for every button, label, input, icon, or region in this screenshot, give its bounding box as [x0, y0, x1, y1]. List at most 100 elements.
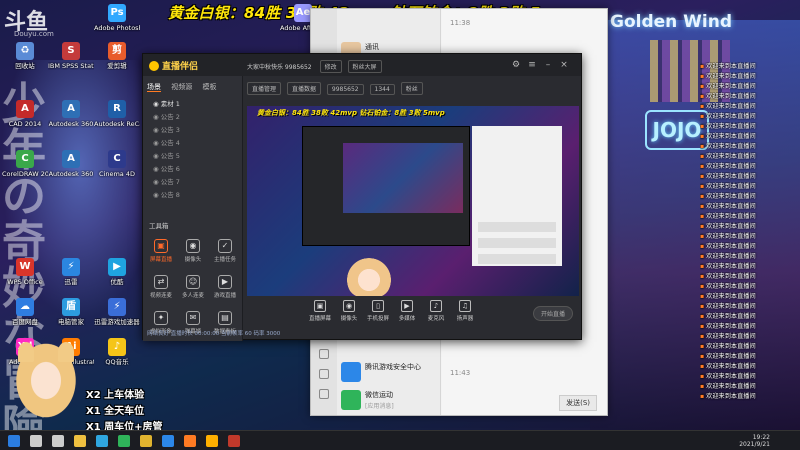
qq-icon[interactable] — [162, 435, 174, 447]
control-button[interactable]: ▶ 多媒体 — [392, 300, 422, 322]
tab-template[interactable]: 模板 — [202, 83, 216, 91]
douyu-icon[interactable] — [184, 435, 196, 447]
chrome-icon[interactable] — [140, 435, 152, 447]
toolbox-item[interactable]: ⇄ 视频连麦 — [145, 272, 177, 308]
tab-scene[interactable]: 场景 — [147, 83, 161, 92]
info-pill[interactable]: 直播数据 — [286, 82, 321, 95]
game-icon[interactable] — [228, 435, 240, 447]
desktop-icon[interactable]: ▶ 优酷 — [94, 258, 140, 286]
info-pill[interactable]: 直播管理 — [247, 82, 282, 95]
control-button[interactable]: ◉ 摄像头 — [334, 300, 364, 322]
scene-item[interactable]: ◉ 公告 8 — [147, 189, 239, 202]
danmaku-text: 欢迎来到本直播间 — [706, 203, 756, 210]
desktop-icon[interactable]: Ps Adobe Photoshop — [94, 4, 140, 32]
preview-record-banner: 黄金白银：84胜 38败 42mvp 钻石铂金：8胜 3败 5mvp — [257, 109, 445, 117]
toolbox-item[interactable]: ▣ 屏幕直播 — [145, 236, 177, 272]
toolbox-item[interactable]: ✓ 主播任务 — [209, 236, 241, 272]
danmaku-message: ▪ 欢迎来到本直播间 — [700, 272, 800, 282]
minimize-icon[interactable]: – — [543, 60, 553, 70]
menu-icon[interactable]: ≡ — [527, 60, 537, 70]
desktop-icon[interactable]: ♻ 回收站 — [2, 42, 48, 70]
task-view-icon[interactable] — [52, 435, 64, 447]
desktop-icon[interactable]: C Cinema 4D — [94, 150, 140, 178]
desktop-icon[interactable]: ⚡ 迅雷游戏加速器 — [94, 298, 140, 326]
chat-icon[interactable] — [319, 349, 329, 359]
tool-icon: ▤ — [218, 311, 232, 325]
scene-item[interactable]: ◉ 公告 5 — [147, 150, 239, 163]
danmaku-message: ▪ 欢迎来到本直播间 — [700, 302, 800, 312]
scene-item[interactable]: ◉ 公告 2 — [147, 111, 239, 124]
desktop-icon-label: 迅雷游戏加速器 — [94, 318, 140, 326]
message-time: 11:43 — [450, 369, 471, 377]
preview-chat-row — [478, 222, 556, 232]
search-icon[interactable] — [30, 435, 42, 447]
danmaku-text: 欢迎来到本直播间 — [706, 113, 756, 120]
app-titlebar[interactable]: 直播伴侣 大家中秋快乐 9985652 修改 粉丝大屏 ⚙ ≡ – × — [143, 54, 581, 76]
desktop-icon[interactable]: A Autodesk 360 — [48, 100, 94, 128]
taskbar-clock[interactable]: 19:22 2021/9/21 — [739, 434, 770, 448]
favorites-icon[interactable] — [319, 389, 329, 399]
scene-item[interactable]: ◉ 公告 6 — [147, 163, 239, 176]
desktop-icon[interactable]: 剪爱剪辑 — [94, 42, 140, 70]
toolbox-item[interactable]: ✦ 虚拟形象 — [145, 308, 177, 344]
app-icon: S — [62, 42, 80, 60]
tab-video-source[interactable]: 视频源 — [171, 83, 192, 91]
edit-room-button[interactable]: 修改 — [319, 60, 342, 73]
desktop-icon[interactable]: R Autodesk ReCap — [94, 100, 140, 128]
toolbox-item[interactable]: ✉ 弹幕姬 — [177, 308, 209, 344]
desktop-icon[interactable]: ⚡ 迅雷 — [48, 258, 94, 286]
control-button[interactable]: ▯ 手机投屏 — [363, 300, 393, 322]
desktop-icon[interactable]: A Autodesk 360 — [48, 150, 94, 178]
contact-item[interactable]: 微信运动 [应用消息] — [337, 385, 437, 415]
stream-preview[interactable]: 黄金白银：84胜 38败 42mvp 钻石铂金：8胜 3败 5mvp — [247, 106, 579, 296]
send-button[interactable]: 发送(S) — [559, 395, 597, 411]
contact-item[interactable]: 腾讯游戏安全中心 — [337, 357, 437, 387]
start-live-button[interactable]: 开始直播 — [532, 306, 573, 321]
app-icon: A — [16, 100, 34, 118]
fan-screen-button[interactable]: 粉丝大屏 — [347, 60, 382, 73]
settings-icon[interactable]: ⚙ — [511, 60, 521, 70]
scene-item[interactable]: ◉ 公告 4 — [147, 137, 239, 150]
toolbox-item[interactable]: ▤ 数据看板 — [209, 308, 241, 344]
live-companion-icon[interactable] — [206, 435, 218, 447]
wechat-icon[interactable] — [118, 435, 130, 447]
scene-item[interactable]: ◉ 公告 7 — [147, 176, 239, 189]
danmaku-text: 欢迎来到本直播间 — [706, 143, 756, 150]
close-icon[interactable]: × — [559, 60, 569, 70]
toolbox-item[interactable]: ☺ 多人连麦 — [177, 272, 209, 308]
danmaku-text: 欢迎来到本直播间 — [706, 193, 756, 200]
live-companion-window[interactable]: 直播伴侣 大家中秋快乐 9985652 修改 粉丝大屏 ⚙ ≡ – × 场景 视… — [142, 53, 582, 341]
control-button[interactable]: ▣ 直播屏幕 — [305, 300, 335, 322]
tool-label: 摄像头 — [184, 257, 202, 263]
desktop-icon-label: QQ音乐 — [105, 358, 129, 366]
app-icon: ♪ — [108, 338, 126, 356]
file-explorer-icon[interactable] — [74, 435, 86, 447]
contacts-icon[interactable] — [319, 369, 329, 379]
danmaku-message: ▪ 欢迎来到本直播间 — [700, 332, 800, 342]
avatar-ear — [58, 342, 74, 362]
toolbox-item[interactable]: ◉ 摄像头 — [177, 236, 209, 272]
desktop-icon[interactable]: A CAD 2014 — [2, 100, 48, 128]
desktop-icon[interactable]: ♪ QQ音乐 — [94, 338, 140, 366]
scene-item[interactable]: ◉ 公告 3 — [147, 124, 239, 137]
edge-icon[interactable] — [96, 435, 108, 447]
danmaku-message: ▪ 欢迎来到本直播间 — [700, 262, 800, 272]
scene-item[interactable]: ◉ 素材 1 — [147, 98, 239, 111]
danmaku-text: 欢迎来到本直播间 — [706, 343, 756, 350]
start-icon[interactable] — [8, 435, 20, 447]
tool-label: 视频连麦 — [149, 293, 172, 299]
danmaku-text: 欢迎来到本直播间 — [706, 253, 756, 260]
desktop-icon[interactable]: ☁ 百度网盘 — [2, 298, 48, 326]
desktop-icon-label: 回收站 — [15, 62, 35, 70]
desktop-icon[interactable]: C CorelDRAW 2020 (64-Bit) — [2, 150, 48, 178]
desktop-icon[interactable]: S IBM SPSS Statistics 21 — [48, 42, 94, 70]
danmaku-text: 欢迎来到本直播间 — [706, 333, 756, 340]
desktop-icon[interactable]: W WPS Office — [2, 258, 48, 286]
desktop-icon[interactable]: 盾电脑管家 — [48, 298, 94, 326]
toolbox-item[interactable]: ▶ 游戏直播 — [209, 272, 241, 308]
toolbox-label: 工具箱 — [149, 222, 169, 230]
control-button[interactable]: ♪ 麦克风 — [421, 300, 451, 322]
control-label: 手机投屏 — [366, 316, 389, 322]
app-logo: 直播伴侣 — [149, 59, 198, 72]
control-button[interactable]: ♫ 扬声器 — [450, 300, 480, 322]
